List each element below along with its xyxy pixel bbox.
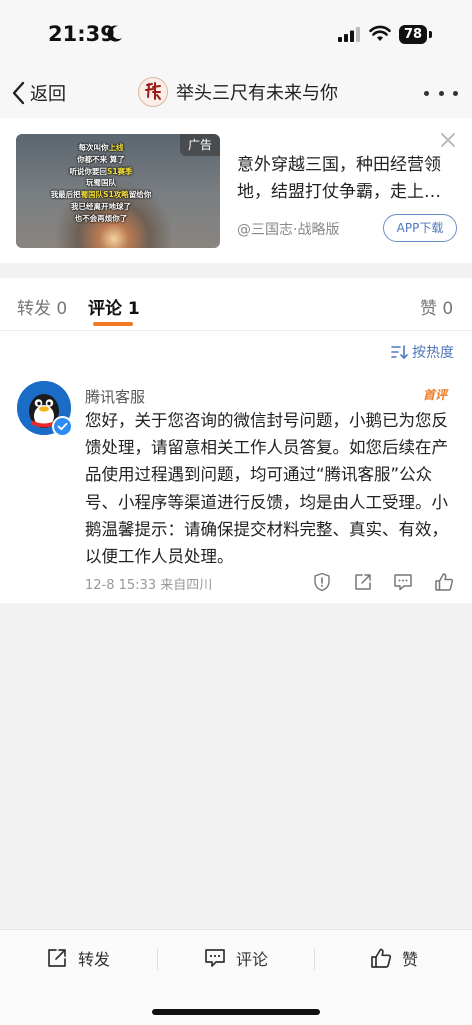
like-button[interactable]: 赞 — [370, 946, 418, 970]
share-icon[interactable] — [353, 572, 373, 592]
app-download-button[interactable]: APP下载 — [383, 214, 457, 242]
ad-image-caption: 每次叫你上线 你都不来 算了 听说你要回S1赛季 玩蜀国队 我最后把蜀国队S1攻… — [16, 142, 186, 225]
divider — [157, 948, 158, 970]
moon-icon — [107, 25, 122, 42]
comment-author[interactable]: 腾讯客服 — [85, 386, 145, 407]
ad-caption-line: 我已经离开地球了 — [71, 201, 131, 211]
ad-caption-highlight: 上线 — [108, 143, 124, 152]
sort-label: 按热度 — [412, 345, 454, 361]
like-label: 赞 — [402, 950, 419, 969]
ad-caption-line: 每次叫你上线 — [78, 143, 124, 152]
back-chevron-icon — [12, 81, 25, 105]
comment-button[interactable]: 评论 — [204, 946, 268, 970]
nav-title-group[interactable]: 举头三尺有未来与你 — [138, 77, 338, 107]
ad-caption-line: 听说你要回S1赛季 — [69, 166, 133, 176]
more-dot — [453, 90, 458, 96]
active-tab-indicator — [93, 322, 133, 326]
battery-indicator: 78 — [399, 25, 427, 44]
sort-icon — [391, 345, 408, 359]
divider — [314, 948, 315, 970]
ad-card[interactable]: 每次叫你上线 你都不来 算了 听说你要回S1赛季 玩蜀国队 我最后把蜀国队S1攻… — [0, 118, 472, 263]
nav-title: 举头三尺有未来与你 — [176, 83, 338, 104]
like-icon — [371, 948, 392, 968]
tab-forward[interactable]: 转发 0 — [17, 294, 67, 319]
more-button[interactable] — [424, 88, 458, 98]
comment-label: 评论 — [236, 950, 269, 969]
report-icon[interactable] — [312, 572, 332, 592]
like-icon[interactable] — [434, 572, 454, 592]
battery-tip — [429, 31, 432, 38]
sort-button[interactable]: 按热度 — [391, 342, 454, 362]
ad-image[interactable]: 每次叫你上线 你都不来 算了 听说你要回S1赛季 玩蜀国队 我最后把蜀国队S1攻… — [16, 134, 220, 248]
comment-tabs: 转发 0 评论 1 赞 0 — [0, 278, 472, 331]
wifi-icon — [369, 25, 391, 41]
ad-caption-highlight: 蜀国队S1攻略 — [80, 190, 129, 200]
ad-caption-highlight: S1赛季 — [106, 166, 133, 176]
comment-text: 您好，关于您咨询的微信封号问题，小鹅已为您反馈处理，请留意相关工作人员答复。如您… — [85, 411, 448, 567]
ad-caption-line: 我最后把蜀国队S1攻略留给你 — [50, 190, 152, 200]
forward-label: 转发 — [78, 950, 111, 969]
back-button[interactable]: 返回 — [12, 78, 66, 108]
verified-check-icon — [57, 422, 68, 431]
ad-caption-line: 玩蜀国队 — [86, 178, 116, 188]
back-label: 返回 — [30, 84, 66, 105]
ad-caption-line: 也不会再烦你了 — [74, 213, 128, 223]
ad-source[interactable]: @三国志·战略版 — [237, 219, 339, 239]
comment-icon — [205, 949, 225, 967]
reply-icon[interactable] — [393, 572, 413, 592]
close-icon[interactable] — [439, 131, 457, 149]
forward-icon — [48, 949, 66, 967]
more-dot — [438, 90, 444, 96]
status-time: 21:39 — [48, 22, 115, 46]
tab-comment[interactable]: 评论 1 — [88, 294, 140, 319]
verified-badge — [52, 416, 73, 437]
ad-title[interactable]: 意外穿越三国，种田经营领地，结盟打仗争霸，走上… — [237, 152, 459, 206]
comment-meta: 12-8 15:33 来自四川 — [85, 578, 213, 593]
forward-button[interactable]: 转发 — [46, 946, 110, 970]
calligraphy-logo-icon — [145, 82, 161, 100]
first-comment-badge: 首评 — [423, 388, 448, 402]
status-bar: 21:39 78 — [0, 0, 472, 70]
more-dot — [424, 90, 429, 96]
signal-icon — [338, 27, 360, 42]
account-avatar — [138, 77, 168, 107]
ad-badge: 广告 — [180, 134, 220, 156]
ad-caption-line: 你都不来 算了 — [77, 154, 125, 164]
home-indicator[interactable] — [152, 1009, 320, 1015]
tab-like[interactable]: 赞 0 — [420, 294, 453, 319]
nav-bar: 返回 举头三尺有未来与你 — [0, 70, 472, 118]
